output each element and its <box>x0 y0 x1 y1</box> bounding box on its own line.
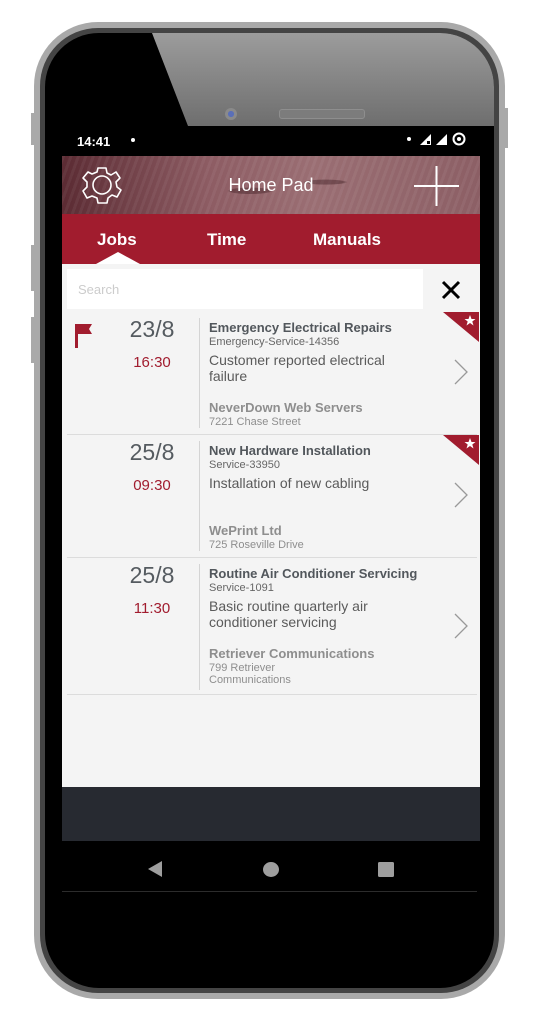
job-company: NeverDown Web Servers <box>209 400 363 415</box>
job-date: 25/8 <box>129 562 175 588</box>
job-list-item[interactable]: 25/8 11:30 Routine Air Conditioner Servi… <box>67 558 477 695</box>
chevron-right-icon[interactable] <box>453 358 469 386</box>
job-description: Installation of new cabling <box>209 475 370 491</box>
phone-side-button-left-low <box>31 317 37 363</box>
active-tab-indicator <box>96 252 140 264</box>
tab-time[interactable]: Time <box>207 230 246 250</box>
status-icons <box>407 132 466 146</box>
job-time: 16:30 <box>133 354 171 371</box>
divider <box>199 318 200 428</box>
phone-side-button-right <box>502 108 508 148</box>
recents-square-icon[interactable] <box>378 862 394 877</box>
phone-side-button-left-top <box>31 113 37 145</box>
job-time: 09:30 <box>133 477 171 494</box>
job-company: Retriever Communications <box>209 646 375 661</box>
camera-icon <box>225 108 237 120</box>
home-circle-icon[interactable] <box>263 862 279 877</box>
system-nav-bar <box>62 841 480 891</box>
top-bezel <box>152 33 494 126</box>
job-description: Basic routine quarterly air conditioner … <box>209 598 368 630</box>
search-bar <box>62 264 480 312</box>
chevron-right-icon[interactable] <box>453 612 469 640</box>
star-corner-badge-icon <box>443 435 479 465</box>
job-title: Emergency Electrical Repairs <box>209 320 392 335</box>
plus-icon[interactable] <box>414 166 459 206</box>
job-date: 25/8 <box>129 439 175 465</box>
app-screen: 14:41 Home Pad Jobs Time Manuals Search … <box>62 126 480 841</box>
job-description: Customer reported electrical failure <box>209 352 385 384</box>
tab-jobs[interactable]: Jobs <box>97 230 137 250</box>
job-time: 11:30 <box>133 600 171 617</box>
job-address: 7221 Chase Street <box>209 416 301 428</box>
signal-x-icon <box>420 133 431 145</box>
status-time: 14:41 <box>77 134 111 149</box>
divider <box>62 891 477 892</box>
job-code: Service-1091 <box>209 582 274 594</box>
data-saver-icon <box>452 132 466 146</box>
status-bar: 14:41 <box>62 126 480 156</box>
signal-icon <box>436 133 447 145</box>
divider <box>199 441 200 551</box>
phone-side-button-left-mid <box>31 245 37 291</box>
close-icon[interactable] <box>440 279 462 301</box>
star-corner-badge-icon <box>443 312 479 342</box>
flag-icon <box>75 324 92 348</box>
notification-dot-icon <box>131 138 135 142</box>
job-list-item[interactable]: 23/8 16:30 Emergency Electrical Repairs … <box>67 312 479 435</box>
tab-manuals[interactable]: Manuals <box>313 230 381 250</box>
job-code: Service-33950 <box>209 459 280 471</box>
divider <box>199 564 200 690</box>
speaker-grille <box>279 109 365 119</box>
chevron-right-icon[interactable] <box>453 481 469 509</box>
job-title: Routine Air Conditioner Servicing <box>209 566 418 581</box>
bottom-bar <box>62 787 480 841</box>
search-input[interactable] <box>67 269 423 309</box>
job-title: New Hardware Installation <box>209 443 371 458</box>
job-list-item[interactable]: 25/8 09:30 New Hardware Installation Ser… <box>67 435 479 558</box>
job-code: Emergency-Service-14356 <box>209 336 340 348</box>
job-address: 725 Roseville Drive <box>209 539 304 551</box>
job-company: WePrint Ltd <box>209 523 282 538</box>
back-triangle-icon[interactable] <box>147 861 163 877</box>
job-address: 799 Retriever Communications <box>209 662 291 686</box>
tab-bar: Jobs Time Manuals <box>62 214 480 264</box>
app-header: Home Pad <box>62 156 480 214</box>
notification-dot-icon <box>407 137 411 141</box>
job-date: 23/8 <box>129 316 175 342</box>
